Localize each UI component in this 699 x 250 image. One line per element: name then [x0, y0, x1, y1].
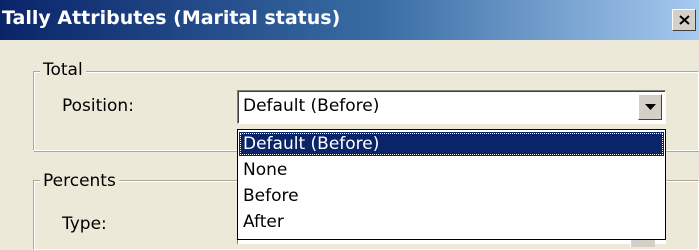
dropdown-option-default-before[interactable]: Default (Before) — [239, 132, 664, 156]
close-button[interactable] — [672, 9, 696, 31]
dropdown-option-after[interactable]: After — [239, 210, 664, 234]
total-group-legend: Total — [40, 60, 86, 80]
position-select-value: Default (Before) — [243, 96, 380, 116]
title-bar[interactable]: Tally Attributes (Marital status) — [0, 0, 699, 40]
close-icon — [679, 15, 690, 25]
position-dropdown-list[interactable]: Default (Before) None Before After — [237, 129, 666, 240]
type-label: Type: — [62, 214, 107, 234]
dropdown-option-none[interactable]: None — [239, 158, 664, 182]
position-dropdown-button[interactable] — [638, 94, 662, 120]
position-select[interactable]: Default (Before) — [237, 90, 666, 124]
chevron-down-icon — [645, 104, 656, 110]
window-title: Tally Attributes (Marital status) — [2, 7, 341, 29]
dropdown-option-before[interactable]: Before — [239, 184, 664, 208]
position-label: Position: — [62, 96, 134, 116]
percents-group-legend: Percents — [40, 171, 119, 191]
